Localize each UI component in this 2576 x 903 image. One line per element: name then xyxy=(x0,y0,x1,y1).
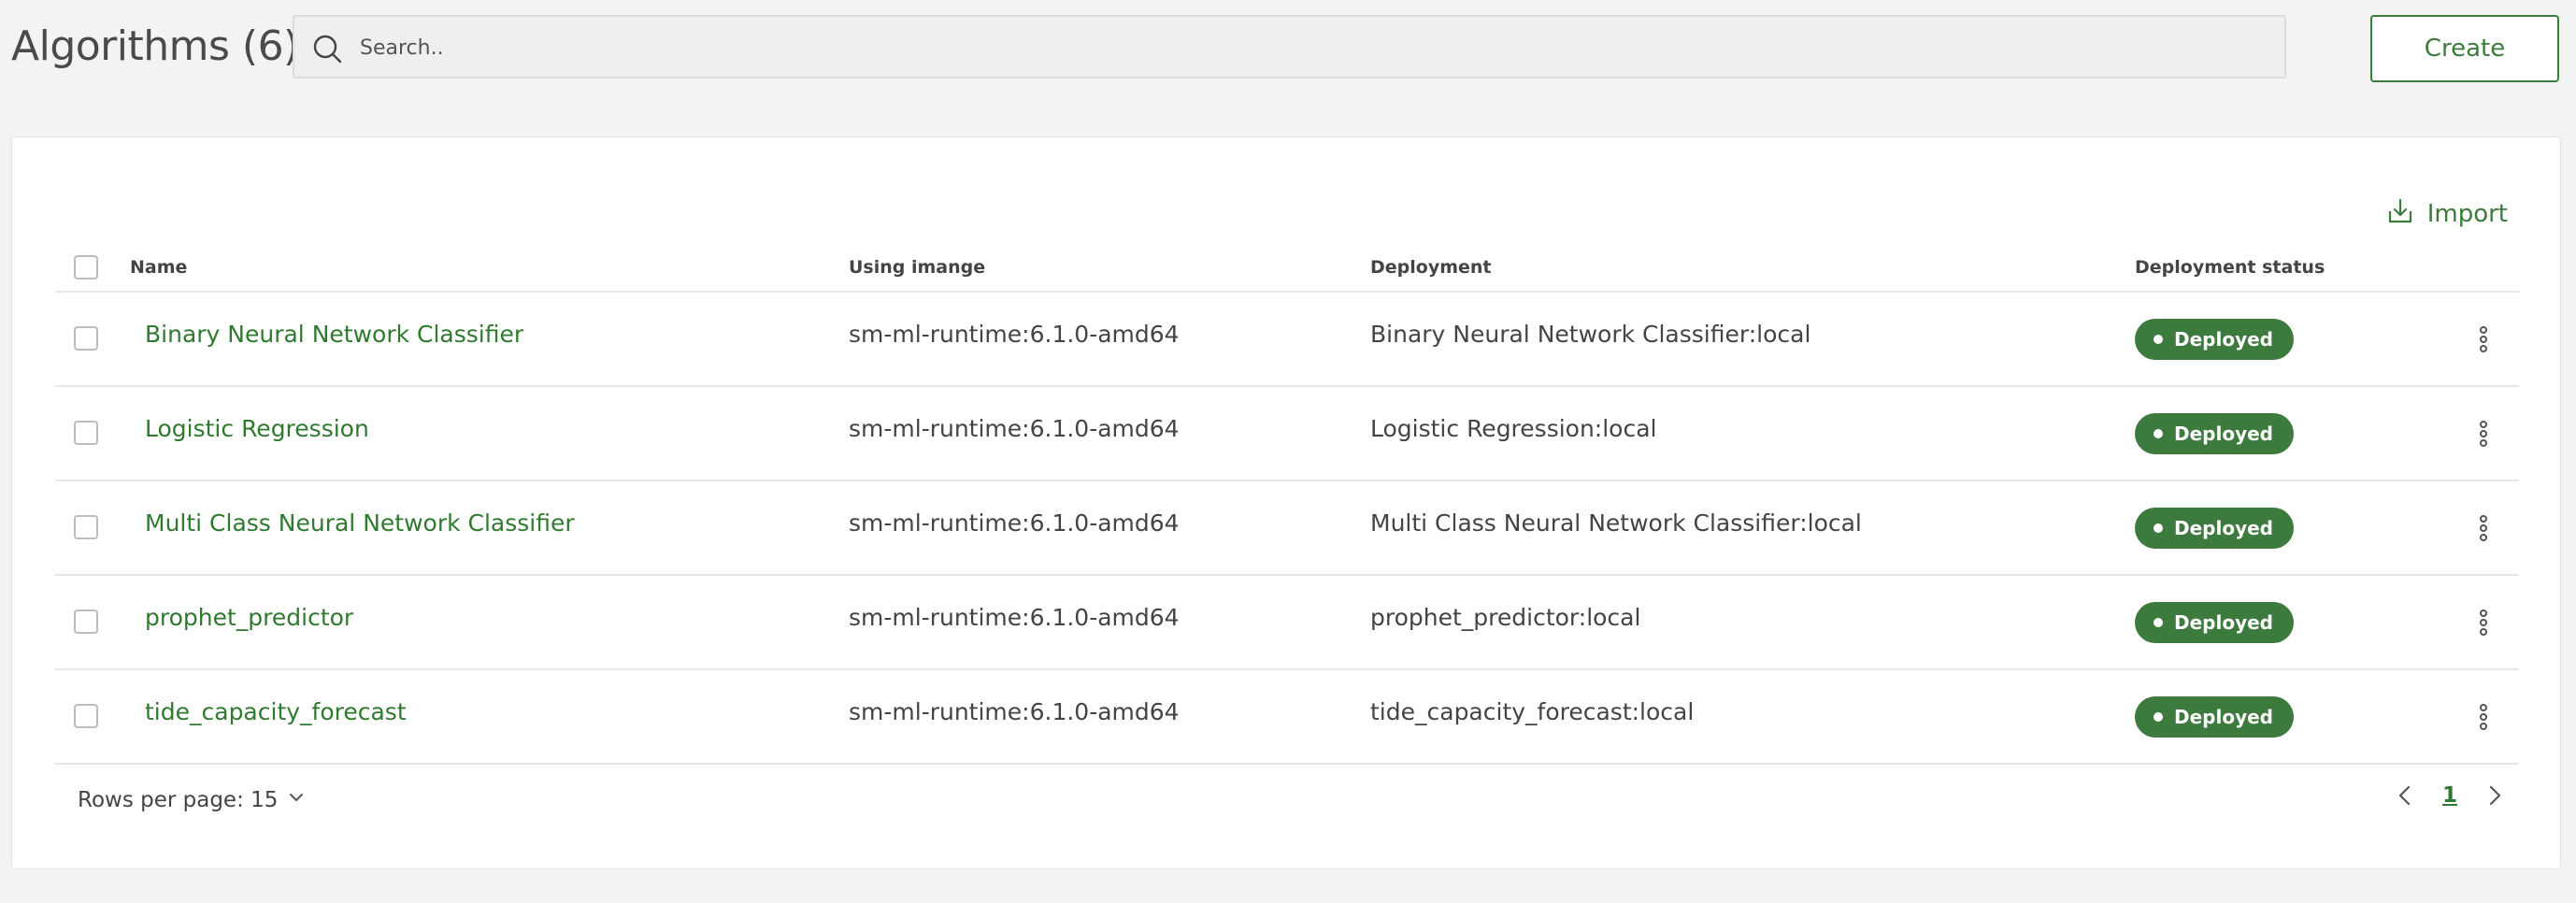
column-header-name[interactable]: Name xyxy=(130,257,187,278)
status-label: Deployed xyxy=(2174,706,2273,728)
status-badge: Deployed xyxy=(2135,696,2294,738)
page-header: Algorithms (6) Create xyxy=(0,0,2576,103)
algorithm-name-link[interactable]: tide_capacity_forecast xyxy=(145,698,407,725)
row-checkbox[interactable] xyxy=(74,326,98,351)
algorithm-name-link[interactable]: Binary Neural Network Classifier xyxy=(145,321,523,348)
deployment-cell: tide_capacity_forecast:local xyxy=(1370,698,1695,725)
import-icon xyxy=(2386,197,2414,232)
search-input[interactable] xyxy=(358,17,2268,79)
deployment-cell: Logistic Regression:local xyxy=(1370,415,1657,442)
status-badge: Deployed xyxy=(2135,602,2294,643)
row-checkbox[interactable] xyxy=(74,609,98,634)
algorithm-name-link[interactable]: prophet_predictor xyxy=(145,604,353,631)
chevron-down-icon xyxy=(287,788,306,812)
column-header-image[interactable]: Using imange xyxy=(849,257,985,278)
image-cell: sm-ml-runtime:6.1.0-amd64 xyxy=(849,604,1180,631)
algorithm-name-link[interactable]: Multi Class Neural Network Classifier xyxy=(145,509,575,537)
kebab-menu-icon[interactable] xyxy=(2476,419,2491,449)
column-header-deployment[interactable]: Deployment xyxy=(1370,257,1492,278)
kebab-menu-icon[interactable] xyxy=(2476,702,2491,732)
select-all-checkbox[interactable] xyxy=(74,255,98,280)
status-dot-icon xyxy=(2154,523,2163,533)
search-box[interactable] xyxy=(293,15,2286,79)
chevron-right-icon[interactable] xyxy=(2482,782,2508,809)
table-row: prophet_predictor sm-ml-runtime:6.1.0-am… xyxy=(55,576,2519,670)
status-dot-icon xyxy=(2154,429,2163,438)
algorithms-table: Name Using imange Deployment Deployment … xyxy=(55,244,2519,765)
import-label: Import xyxy=(2426,200,2508,228)
table-header-row: Name Using imange Deployment Deployment … xyxy=(55,244,2519,293)
status-label: Deployed xyxy=(2174,611,2273,634)
row-checkbox[interactable] xyxy=(74,704,98,728)
import-button[interactable]: Import xyxy=(2386,194,2508,235)
table-row: Binary Neural Network Classifier sm-ml-r… xyxy=(55,293,2519,387)
image-cell: sm-ml-runtime:6.1.0-amd64 xyxy=(849,415,1180,442)
status-label: Deployed xyxy=(2174,328,2273,351)
image-cell: sm-ml-runtime:6.1.0-amd64 xyxy=(849,698,1180,725)
deployment-cell: Binary Neural Network Classifier:local xyxy=(1370,321,1811,348)
chevron-left-icon[interactable] xyxy=(2392,782,2418,809)
status-label: Deployed xyxy=(2174,517,2273,539)
status-dot-icon xyxy=(2154,712,2163,722)
column-header-status[interactable]: Deployment status xyxy=(2135,257,2325,278)
status-badge: Deployed xyxy=(2135,413,2294,454)
page-title: Algorithms (6) xyxy=(11,22,299,70)
table-row: tide_capacity_forecast sm-ml-runtime:6.1… xyxy=(55,670,2519,765)
status-badge: Deployed xyxy=(2135,319,2294,360)
algorithms-card: Import Name Using imange Deployment Depl… xyxy=(11,136,2561,869)
table-footer: Rows per page: 15 1 xyxy=(55,773,2519,829)
search-icon xyxy=(311,33,343,64)
status-dot-icon xyxy=(2154,335,2163,344)
image-cell: sm-ml-runtime:6.1.0-amd64 xyxy=(849,509,1180,537)
deployment-cell: Multi Class Neural Network Classifier:lo… xyxy=(1370,509,1862,537)
kebab-menu-icon[interactable] xyxy=(2476,608,2491,638)
page-number-current[interactable]: 1 xyxy=(2442,783,2457,808)
status-dot-icon xyxy=(2154,618,2163,627)
rows-per-page-select[interactable]: Rows per page: 15 xyxy=(78,788,306,812)
image-cell: sm-ml-runtime:6.1.0-amd64 xyxy=(849,321,1180,348)
algorithm-name-link[interactable]: Logistic Regression xyxy=(145,415,369,442)
row-checkbox[interactable] xyxy=(74,421,98,445)
create-button[interactable]: Create xyxy=(2370,15,2559,82)
status-label: Deployed xyxy=(2174,423,2273,445)
pagination: 1 xyxy=(2392,782,2508,809)
row-checkbox[interactable] xyxy=(74,515,98,539)
table-row: Multi Class Neural Network Classifier sm… xyxy=(55,481,2519,576)
kebab-menu-icon[interactable] xyxy=(2476,513,2491,543)
kebab-menu-icon[interactable] xyxy=(2476,324,2491,354)
deployment-cell: prophet_predictor:local xyxy=(1370,604,1641,631)
rows-per-page-label: Rows per page: 15 xyxy=(78,788,279,812)
table-row: Logistic Regression sm-ml-runtime:6.1.0-… xyxy=(55,387,2519,481)
status-badge: Deployed xyxy=(2135,508,2294,549)
